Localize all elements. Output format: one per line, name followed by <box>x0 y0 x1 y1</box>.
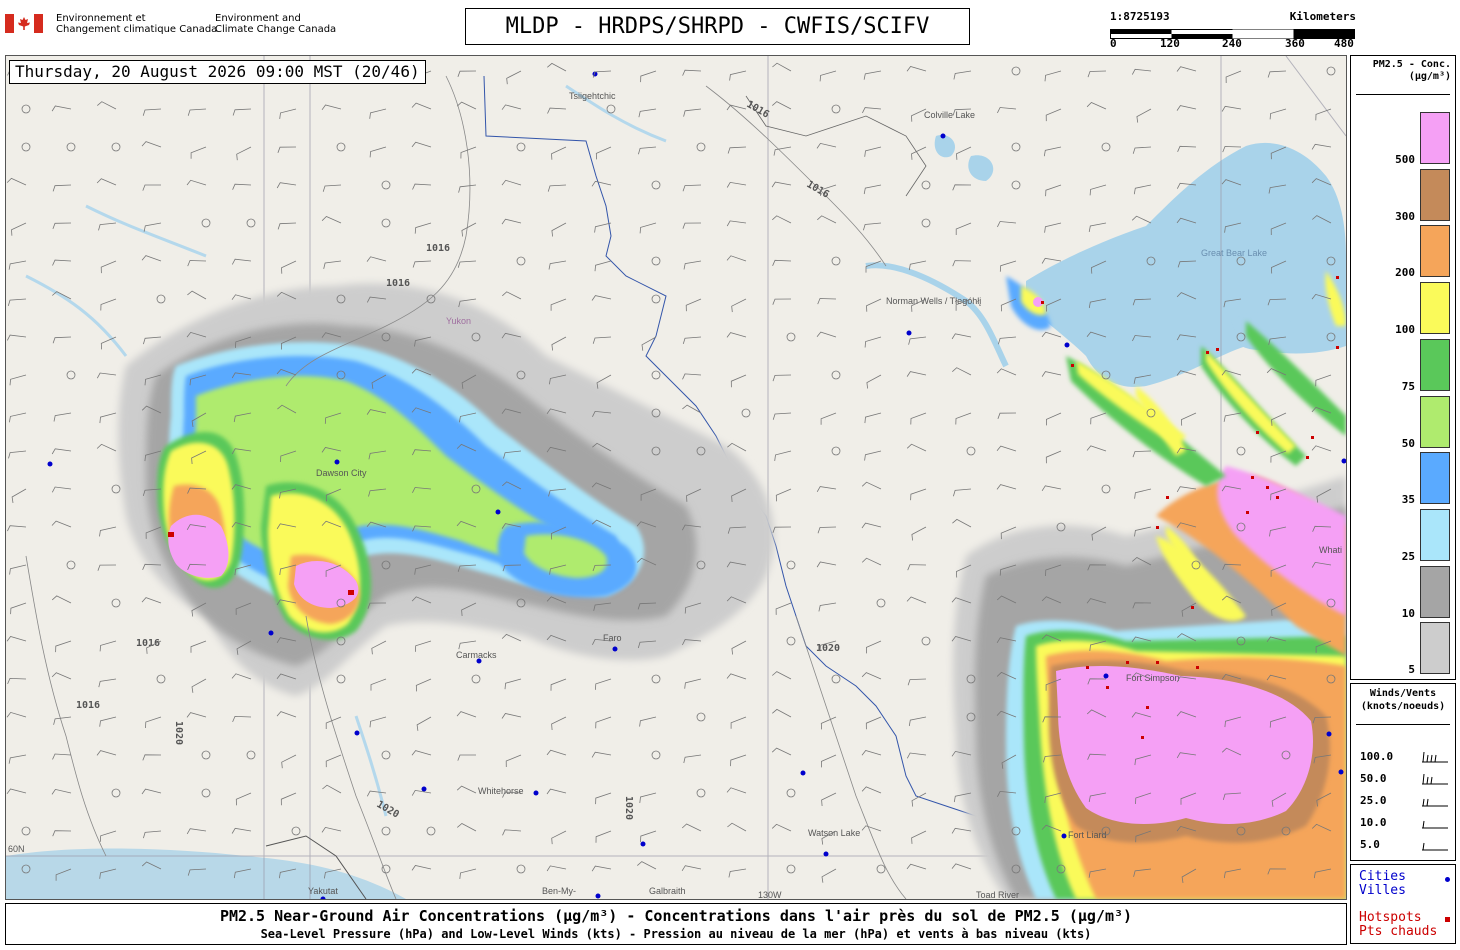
org-name-en: Environment and Climate Change Canada <box>215 13 336 35</box>
place-label: 60N <box>8 844 25 854</box>
org-fr-line2: Changement climatique Canada <box>56 24 218 35</box>
legend-value-50: 50 <box>1401 436 1415 450</box>
legend-value-500: 500 <box>1395 153 1415 166</box>
legend-value-35: 35 <box>1401 493 1415 507</box>
wind-barb-icon <box>1422 820 1448 829</box>
legend-value-300: 300 <box>1395 209 1415 223</box>
place-label: 130W <box>758 890 782 899</box>
city-dot-icon <box>1445 877 1450 882</box>
legend-swatch-10 <box>1420 565 1450 618</box>
wind-barb-icon <box>1422 773 1448 785</box>
map-timestamp: Thursday, 20 August 2026 09:00 MST (20/4… <box>9 60 426 84</box>
legend-swatch-100 <box>1420 282 1450 335</box>
scale-bar: 1:8725193 Kilometers 0 120 240 360 480 <box>1110 10 1360 52</box>
cities-line1: Cities <box>1359 869 1406 884</box>
legend-divider <box>1356 94 1450 95</box>
place-label: Yukon <box>446 316 471 326</box>
place-label: Dawson City <box>316 468 367 478</box>
org-fr-line1: Environnement et <box>56 13 146 24</box>
legend-swatch-50 <box>1420 395 1450 448</box>
isobar-label: 1020 <box>623 796 634 820</box>
map-key: Cities Villes Hotspots Pts chauds <box>1350 864 1456 944</box>
legend-title-line1: PM2.5 - Conc. <box>1372 59 1451 70</box>
cities-line2: Villes <box>1359 883 1406 898</box>
hotspot-square-icon <box>1445 917 1450 922</box>
place-label: Whitehorse <box>478 786 524 796</box>
header: Environnement et Changement climatique C… <box>0 0 1460 52</box>
wind-barb-icon <box>1422 798 1448 807</box>
place-label: Fort Liard <box>1068 830 1107 840</box>
hotspots-line2: Pts chauds <box>1359 924 1438 939</box>
wind-speed-label: 100.0 <box>1360 750 1394 763</box>
scale-tick-0: 0 <box>1110 37 1117 50</box>
page-title: MLDP - HRDPS/SHRPD - CWFIS/SCIFV <box>465 8 970 45</box>
wind-speed-label: 5.0 <box>1360 838 1380 851</box>
map-panel[interactable]: 1016 1016 1016 1016 1016 1016 1020 1020 … <box>5 55 1347 900</box>
legend-swatch-300 <box>1420 168 1450 221</box>
footer-line1: PM2.5 Near-Ground Air Concentrations (µg… <box>219 907 1133 925</box>
wind-title-line1: Winds/Vents <box>1369 688 1437 699</box>
legend-value-25: 25 <box>1401 549 1415 563</box>
wind-speed-label: 25.0 <box>1360 794 1387 807</box>
place-label: Toad River <box>976 890 1019 899</box>
legend-swatch-500 <box>1420 112 1450 164</box>
place-label: Carmacks <box>456 650 497 660</box>
wind-legend-title: Winds/Vents (knots/noeuds) <box>1351 687 1455 713</box>
org-name-fr: Environnement et Changement climatique C… <box>56 13 217 35</box>
scale-tick-480: 480 <box>1334 37 1354 50</box>
place-label: Great Bear Lake <box>1201 248 1267 258</box>
legend-swatch-35 <box>1420 452 1450 505</box>
place-label: Watson Lake <box>808 828 860 838</box>
wind-speed-label: 10.0 <box>1360 816 1387 829</box>
legend-title-line2: (µg/m³) <box>1408 71 1451 82</box>
legend-swatch-75 <box>1420 338 1450 391</box>
canada-flag-icon <box>5 14 43 33</box>
map-canvas: 1016 1016 1016 1016 1016 1016 1020 1020 … <box>6 56 1346 899</box>
wind-title-line2: (knots/noeuds) <box>1360 701 1446 712</box>
place-label: Ben-My- <box>542 886 576 896</box>
isobar-label: 1016 <box>386 278 410 289</box>
footer: PM2.5 Near-Ground Air Concentrations (µg… <box>5 903 1347 945</box>
place-label: Colville Lake <box>924 110 975 120</box>
legend-value-10: 10 <box>1401 606 1415 620</box>
scale-unit: Kilometers <box>1289 10 1356 23</box>
org-en-line1: Environment and <box>215 13 301 24</box>
legend-value-5: 5 <box>1408 663 1415 677</box>
place-label: Fort Simpson <box>1126 673 1180 683</box>
legend-title: PM2.5 - Conc. (µg/m³) <box>1351 59 1451 83</box>
scale-bar-graphic <box>1110 24 1355 39</box>
wind-speed-label: 50.0 <box>1360 772 1387 785</box>
org-en-line2: Climate Change Canada <box>215 24 337 35</box>
scale-ratio: 1:8725193 <box>1110 10 1170 23</box>
isobar-label: 1020 <box>816 643 840 654</box>
legend-value-200: 200 <box>1395 266 1415 280</box>
isobar-label: 1016 <box>76 700 100 711</box>
place-label: Galbraith <box>649 886 686 896</box>
place-label: Tsiigehtchic <box>569 91 616 101</box>
wind-barb-icon <box>1422 751 1448 763</box>
place-label: Faro <box>603 633 622 643</box>
legend-swatch-5 <box>1420 622 1450 675</box>
isobar-label: 1016 <box>426 243 450 254</box>
hotspots-label: Hotspots Pts chauds <box>1359 911 1437 939</box>
isobar-label: 1020 <box>173 721 184 745</box>
place-label: Whati <box>1319 545 1342 555</box>
cities-label: Cities Villes <box>1359 870 1406 898</box>
legend-swatch-25 <box>1420 508 1450 561</box>
legend-value-100: 100 <box>1395 323 1415 337</box>
scale-tick-120: 120 <box>1160 37 1180 50</box>
scale-tick-240: 240 <box>1222 37 1242 50</box>
legend-value-75: 75 <box>1401 379 1415 393</box>
scale-tick-360: 360 <box>1285 37 1305 50</box>
legend-swatch-200 <box>1420 225 1450 278</box>
wind-legend-divider <box>1356 724 1450 725</box>
hotspots-line1: Hotspots <box>1359 910 1422 925</box>
place-label: Yakutat <box>308 886 338 896</box>
footer-line2: Sea-Level Pressure (hPa) and Low-Level W… <box>260 927 1092 941</box>
wind-barb-icon <box>1422 842 1448 851</box>
